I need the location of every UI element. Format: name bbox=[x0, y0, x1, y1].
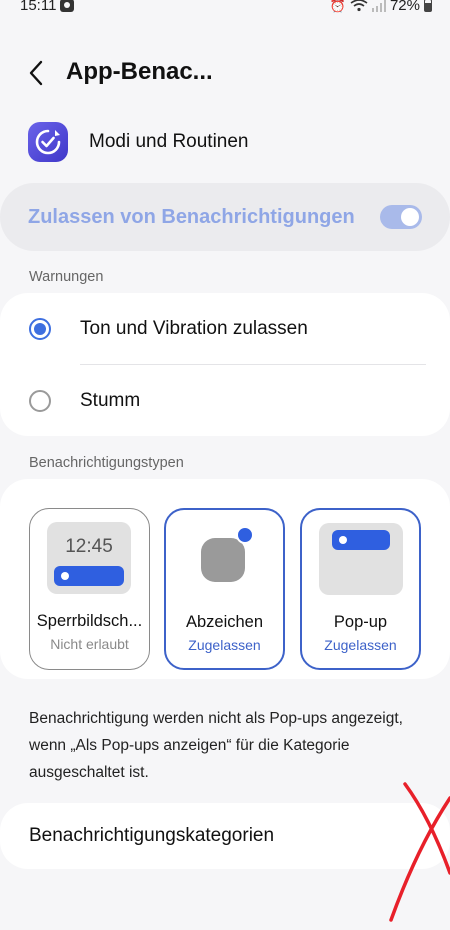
tile-name: Pop-up bbox=[333, 613, 388, 631]
alert-option-silent[interactable]: Stumm bbox=[0, 365, 450, 437]
popup-bar-icon bbox=[332, 530, 390, 550]
notification-categories-label: Benachrichtigungskategorien bbox=[29, 825, 275, 846]
lock-screen-preview: 12:45 bbox=[47, 522, 131, 594]
tile-lock-screen[interactable]: 12:45 Sperrbildsch... Nicht erlaubt bbox=[29, 508, 150, 670]
popup-preview bbox=[319, 523, 403, 595]
notification-categories-row[interactable]: Benachrichtigungskategorien bbox=[0, 803, 450, 869]
allow-notifications-label: Zulassen von Benachrichtigungen bbox=[28, 205, 355, 228]
notification-icon bbox=[60, 0, 74, 12]
battery-icon bbox=[424, 0, 432, 12]
alert-option-sound-vibration[interactable]: Ton und Vibration zulassen bbox=[0, 293, 450, 365]
tile-popup[interactable]: Pop-up Zugelassen bbox=[300, 508, 421, 670]
chevron-left-icon bbox=[29, 60, 43, 86]
signal-icon bbox=[371, 0, 386, 12]
status-indicators: ⏰ 72% bbox=[330, 0, 432, 14]
notification-bar-icon bbox=[54, 566, 124, 586]
notification-types-card: 12:45 Sperrbildsch... Nicht erlaubt Abze… bbox=[0, 479, 450, 679]
status-bar: 15:11 ⏰ 72% bbox=[0, 0, 450, 18]
allow-notifications-toggle[interactable] bbox=[380, 205, 422, 229]
tile-status: Nicht erlaubt bbox=[50, 636, 129, 652]
alert-option-label: Ton und Vibration zulassen bbox=[80, 318, 308, 339]
alarm-icon: ⏰ bbox=[329, 0, 346, 13]
allow-notifications-row[interactable]: Zulassen von Benachrichtigungen bbox=[0, 183, 450, 251]
tile-name: Abzeichen bbox=[185, 613, 264, 631]
battery-percent: 72% bbox=[389, 0, 420, 14]
alert-option-label: Stumm bbox=[80, 390, 141, 411]
popup-info-text: Benachrichtigung werden nicht als Pop-up… bbox=[29, 710, 403, 781]
alerts-section-label: Warnungen bbox=[29, 269, 104, 285]
badge-dot-icon bbox=[236, 526, 254, 544]
lock-screen-preview-time: 12:45 bbox=[65, 536, 113, 557]
back-button[interactable] bbox=[22, 58, 52, 88]
tile-status: Zugelassen bbox=[188, 637, 261, 653]
wifi-icon bbox=[350, 0, 368, 12]
app-info-row: Modi und Routinen bbox=[28, 122, 249, 162]
notification-types-section-label: Benachrichtigungstypen bbox=[29, 455, 184, 471]
modes-routines-app-icon bbox=[28, 122, 68, 162]
page-title: App-Benac... bbox=[66, 58, 213, 85]
status-time: 15:11 bbox=[20, 0, 57, 14]
app-name: Modi und Routinen bbox=[89, 131, 249, 152]
radio-selected-icon[interactable] bbox=[29, 318, 51, 340]
tile-status: Zugelassen bbox=[324, 637, 397, 653]
tile-name: Sperrbildsch... bbox=[36, 612, 143, 630]
tile-badge[interactable]: Abzeichen Zugelassen bbox=[164, 508, 285, 670]
alerts-card: Ton und Vibration zulassen Stumm bbox=[0, 293, 450, 436]
app-badge-preview-icon bbox=[201, 538, 245, 582]
radio-unselected-icon[interactable] bbox=[29, 390, 51, 412]
app-notification-settings-screen: 15:11 ⏰ 72% App-Benac... Modi und Routin… bbox=[0, 0, 450, 930]
